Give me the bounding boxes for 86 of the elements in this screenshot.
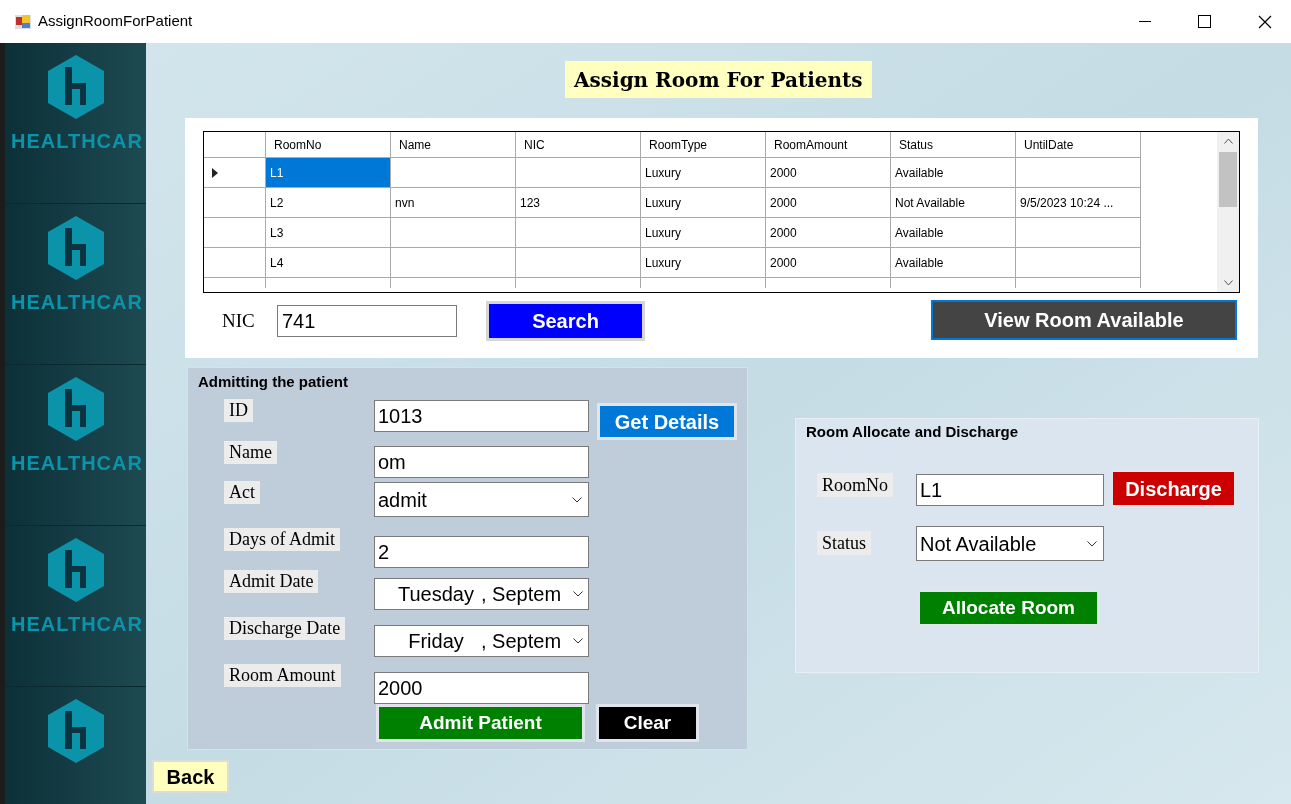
- clear-button[interactable]: Clear: [596, 704, 699, 742]
- table-cell: L2: [266, 188, 391, 218]
- logo-text: HEALTHCAR: [10, 451, 143, 476]
- row-header[interactable]: [204, 188, 266, 218]
- get-details-button[interactable]: Get Details: [597, 403, 737, 440]
- table-cell: Not Available: [891, 188, 1016, 218]
- search-button[interactable]: Search: [486, 301, 645, 341]
- input-field[interactable]: L1: [916, 474, 1104, 506]
- nic-label: NIC: [222, 308, 256, 333]
- scrollbar[interactable]: [1217, 132, 1239, 292]
- dropdown-field[interactable]: admit: [374, 482, 589, 517]
- dropdown-field[interactable]: Not Available: [916, 526, 1104, 561]
- column-header[interactable]: NIC: [516, 132, 641, 158]
- field-label: Name: [224, 441, 277, 464]
- close-icon[interactable]: [1258, 14, 1272, 29]
- allocate-room-button[interactable]: Allocate Room: [917, 589, 1100, 627]
- input-field[interactable]: 2: [374, 536, 589, 568]
- table-cell: Luxury: [641, 248, 766, 278]
- logo-icon: [47, 216, 104, 280]
- field-label: Room Amount: [224, 664, 341, 687]
- logo-text: HEALTHCAR: [10, 290, 143, 315]
- form-heading: Assign Room For Patients: [565, 61, 872, 98]
- column-header[interactable]: RoomAmount: [766, 132, 891, 158]
- date-month: , Septem: [481, 582, 562, 607]
- row-header[interactable]: [204, 218, 266, 248]
- column-header[interactable]: RoomType: [641, 132, 766, 158]
- table-cell: 123: [516, 188, 641, 218]
- input-field[interactable]: 1013: [374, 400, 589, 432]
- discharge-button[interactable]: Discharge: [1110, 469, 1237, 508]
- date-day: Tuesday: [391, 579, 481, 609]
- field-label: Act: [224, 481, 260, 504]
- table-cell: Available: [891, 218, 1016, 248]
- maximize-icon[interactable]: [1198, 15, 1211, 28]
- chevron-down-icon: [573, 591, 583, 597]
- table-cell: Luxury: [641, 188, 766, 218]
- logo-icon: [47, 377, 104, 441]
- group-title: Admitting the patient: [198, 372, 348, 392]
- column-header[interactable]: Status: [891, 132, 1016, 158]
- table-cell: L3: [266, 218, 391, 248]
- table-cell: nvn: [391, 188, 516, 218]
- table-cell: Available: [891, 158, 1016, 188]
- table-cell: Available: [891, 248, 1016, 278]
- field-label: Discharge Date: [224, 617, 346, 640]
- logo-text: HEALTHCAR: [10, 129, 143, 154]
- chevron-down-icon: [1087, 540, 1097, 547]
- back-button[interactable]: Back: [152, 760, 229, 793]
- group-title: Room Allocate and Discharge: [806, 422, 1018, 442]
- row-pointer-icon: [212, 167, 218, 178]
- scroll-thumb[interactable]: [1219, 152, 1237, 207]
- field-label: Status: [817, 531, 871, 555]
- table-cell: 2000: [766, 218, 891, 248]
- date-day: Friday: [391, 626, 481, 656]
- table-cell: L4: [266, 248, 391, 278]
- table-cell: 2000: [766, 188, 891, 218]
- date-month: , Septem: [481, 629, 562, 654]
- row-header[interactable]: [204, 248, 266, 278]
- logo-text: HEALTHCAR: [10, 612, 143, 637]
- chevron-down-icon: [572, 496, 582, 503]
- table-cell: Luxury: [641, 218, 766, 248]
- view-rooms-button[interactable]: View Room Available: [931, 300, 1237, 340]
- logo-icon: [47, 699, 104, 763]
- logo-icon: [47, 538, 104, 602]
- field-label: ID: [224, 399, 253, 422]
- minimize-icon[interactable]: [1139, 20, 1151, 23]
- column-header[interactable]: UntilDate: [1016, 132, 1141, 158]
- app-icon: [14, 12, 32, 31]
- scroll-down-icon[interactable]: [1223, 280, 1233, 286]
- input-field[interactable]: 2000: [374, 672, 589, 704]
- date-picker[interactable]: Friday , Septem: [374, 625, 589, 657]
- table-cell: 2000: [766, 248, 891, 278]
- field-label: Admit Date: [224, 570, 319, 593]
- table-cell: Luxury: [641, 158, 766, 188]
- scroll-up-icon[interactable]: [1223, 138, 1233, 144]
- table-cell: 2000: [766, 158, 891, 188]
- table-cell: 9/5/2023 10:24 ...: [1016, 188, 1141, 218]
- date-picker[interactable]: Tuesday , Septem: [374, 578, 589, 610]
- window-title: AssignRoomForPatient: [38, 11, 193, 32]
- field-label: RoomNo: [817, 473, 893, 497]
- column-header[interactable]: Name: [391, 132, 516, 158]
- field-label: Days of Admit: [224, 528, 340, 551]
- logo-icon: [47, 55, 104, 119]
- nic-field[interactable]: 741: [277, 305, 457, 337]
- table-cell: L1: [266, 158, 391, 188]
- input-field[interactable]: om: [374, 446, 589, 478]
- chevron-down-icon: [573, 638, 583, 644]
- admit-patient-button[interactable]: Admit Patient: [376, 704, 585, 742]
